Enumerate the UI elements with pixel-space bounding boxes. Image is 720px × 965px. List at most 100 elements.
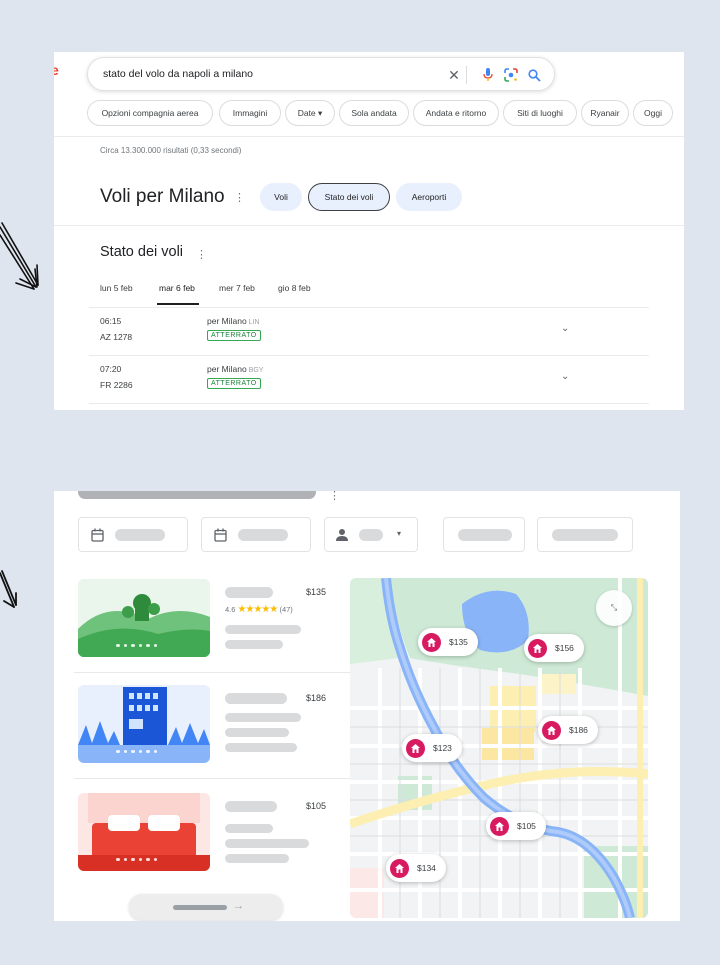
map-price-pin[interactable]: $105 xyxy=(486,812,546,840)
flights-module-title: Voli per Milano xyxy=(100,186,225,207)
carousel-dots xyxy=(116,749,157,753)
filter-placeholder xyxy=(552,529,618,541)
guests-placeholder xyxy=(359,529,383,541)
more-options-icon[interactable]: ⋮ xyxy=(329,491,340,502)
tab-airports[interactable]: Aeroporti xyxy=(396,183,462,211)
tab-flight-status[interactable]: Stato dei voli xyxy=(308,183,390,211)
map-price-pin[interactable]: $186 xyxy=(538,716,598,744)
lens-icon[interactable] xyxy=(501,65,521,85)
hotel-image xyxy=(78,685,210,763)
check-out-field[interactable] xyxy=(201,517,311,552)
chevron-down-icon: ▾ xyxy=(397,529,402,538)
results-count: Circa 13.300.000 risultati (0,33 secondi… xyxy=(100,146,242,155)
flight-destination: per Milano LIN xyxy=(207,316,260,326)
rating: 4.6 ★★★★★ (47) xyxy=(225,604,293,615)
chip-today[interactable]: Oggi xyxy=(633,100,673,126)
text-placeholder xyxy=(225,854,289,863)
pin-price: $156 xyxy=(555,643,574,653)
hotel-image xyxy=(78,579,210,657)
expand-map-icon[interactable]: ⤡ xyxy=(596,590,632,626)
map-price-pin[interactable]: $135 xyxy=(418,628,478,656)
search-divider xyxy=(466,66,467,84)
more-results-button[interactable]: → xyxy=(129,894,283,920)
map-price-pin[interactable]: $156 xyxy=(524,634,584,662)
map-price-pin[interactable]: $134 xyxy=(386,854,446,882)
mic-icon[interactable] xyxy=(478,65,498,85)
title-placeholder xyxy=(78,491,316,499)
calendar-icon xyxy=(214,528,227,542)
divider xyxy=(54,136,684,137)
flight-code: FR 2286 xyxy=(100,380,133,390)
hotel-listing[interactable]: $105 xyxy=(78,793,366,877)
more-options-icon[interactable]: ⋮ xyxy=(196,248,207,261)
flight-destination: per Milano BGY xyxy=(207,364,263,374)
label-placeholder xyxy=(173,905,227,910)
flight-time: 07:20 xyxy=(100,364,122,374)
home-icon xyxy=(390,858,409,878)
chip-images[interactable]: Immagini xyxy=(219,100,281,126)
google-logo-fragment: e xyxy=(54,62,59,78)
home-icon xyxy=(490,816,509,836)
tab-flights[interactable]: Voli xyxy=(260,183,302,211)
person-icon xyxy=(336,529,348,541)
name-placeholder xyxy=(225,587,273,598)
check-in-field[interactable] xyxy=(78,517,188,552)
day-tab-wed[interactable]: mer 7 feb xyxy=(219,283,255,293)
name-placeholder xyxy=(225,693,287,704)
name-placeholder xyxy=(225,801,277,812)
search-icon[interactable] xyxy=(524,65,544,85)
chip-airline-options[interactable]: Opzioni compagnia aerea xyxy=(87,100,213,126)
chevron-down-icon[interactable]: ⌄ xyxy=(561,323,569,334)
hotel-listing[interactable]: $186 xyxy=(78,685,366,769)
chip-one-way[interactable]: Sola andata xyxy=(339,100,409,126)
close-icon[interactable]: ✕ xyxy=(444,65,464,85)
home-icon xyxy=(528,638,547,658)
chip-round-trip[interactable]: Andata e ritorno xyxy=(413,100,499,126)
divider xyxy=(74,672,364,673)
price-label: $135 xyxy=(306,587,327,597)
text-placeholder xyxy=(225,743,297,752)
airport-code: LIN xyxy=(248,319,260,326)
chip-dates[interactable]: Date ▾ xyxy=(285,100,335,126)
date-placeholder xyxy=(238,529,288,541)
map-view[interactable]: ⤡ $135 $156 $186 $123 $105 $134 xyxy=(350,578,648,918)
day-tab-tue[interactable]: mar 6 feb xyxy=(159,283,195,293)
filter-field[interactable] xyxy=(537,517,633,552)
chip-ryanair[interactable]: Ryanair xyxy=(581,100,629,126)
flight-row[interactable]: 06:15 AZ 1278 per Milano LIN ATTERRATO ⌄ xyxy=(89,308,649,356)
chevron-down-icon[interactable]: ⌄ xyxy=(561,371,569,382)
more-options-icon[interactable]: ⋮ xyxy=(234,191,245,204)
destination-text: per Milano xyxy=(207,364,247,374)
text-placeholder xyxy=(225,625,301,634)
text-placeholder xyxy=(225,728,289,737)
review-count: (47) xyxy=(279,605,293,614)
day-tab-mon[interactable]: lun 5 feb xyxy=(100,283,133,293)
hotel-search-screenshot: ⋮ ▾ $135 4.6 ★★★★★ (47) $186 $105 → ⤡ $1… xyxy=(54,491,680,921)
price-label: $105 xyxy=(306,801,327,811)
price-label: $186 xyxy=(306,693,327,703)
home-icon xyxy=(542,720,561,740)
home-icon xyxy=(422,632,441,652)
status-badge: ATTERRATO xyxy=(207,330,261,341)
flight-row[interactable]: 07:20 FR 2286 per Milano BGY ATTERRATO ⌄ xyxy=(89,356,649,404)
calendar-icon xyxy=(91,528,104,542)
map-price-pin[interactable]: $123 xyxy=(402,734,462,762)
guests-field[interactable]: ▾ xyxy=(324,517,418,552)
filter-field[interactable] xyxy=(443,517,525,552)
chip-places[interactable]: Siti di luoghi xyxy=(503,100,577,126)
pin-price: $105 xyxy=(517,821,536,831)
flight-code: AZ 1278 xyxy=(100,332,133,342)
stars-icon: ★★★★★ xyxy=(237,604,279,615)
day-tab-thu[interactable]: gio 8 feb xyxy=(278,283,311,293)
search-bar[interactable]: stato del volo da napoli a milano ✕ xyxy=(87,57,555,91)
scribble-arrow-icon xyxy=(0,570,17,608)
airport-code: BGY xyxy=(248,367,264,374)
date-placeholder xyxy=(115,529,165,541)
flight-search-screenshot: e stato del volo da napoli a milano ✕ Op… xyxy=(54,52,684,410)
destination-text: per Milano xyxy=(207,316,247,326)
pin-price: $186 xyxy=(569,725,588,735)
hotel-listing[interactable]: $135 4.6 ★★★★★ (47) xyxy=(78,579,366,669)
text-placeholder xyxy=(225,713,301,722)
search-input[interactable]: stato del volo da napoli a milano xyxy=(103,68,253,80)
flight-status-title: Stato dei voli xyxy=(100,244,184,260)
